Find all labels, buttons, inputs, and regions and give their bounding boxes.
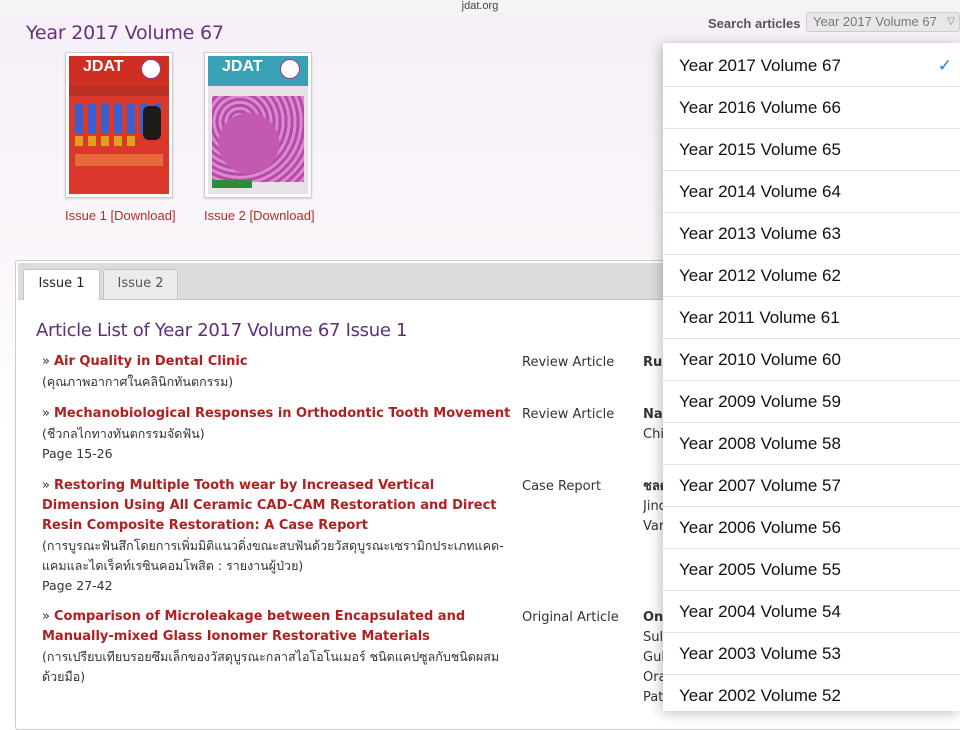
seal-icon [280,59,300,79]
article-authors: ชลด Jinc Var [643,479,663,534]
volume-select-value: Year 2017 Volume 67 [813,14,937,29]
article-item: » Comparison of Microleakage between Enca… [42,607,512,687]
article-pages: Page 15-26 [42,446,113,461]
tab-issue-2[interactable]: Issue 2 [103,269,178,299]
article-thai-title: (ชีวกลไกทางทันตกรรมจัดฟัน) [42,426,205,441]
dropdown-option[interactable]: Year 2009 Volume 59 [663,381,960,423]
checkmark-icon: ✓ [937,56,952,75]
dropdown-option[interactable]: Year 2017 Volume 67 ✓ [663,45,960,87]
article-title-link[interactable]: Comparison of Microleakage between Encap… [42,609,465,644]
article-type: Review Article [522,407,615,422]
address-domain: jdat.org [461,0,499,12]
cover-artwork [212,96,304,182]
article-list-title: Article List of Year 2017 Volume 67 Issu… [36,320,408,341]
article-authors: On Sul Gul Ora Pati [643,610,663,705]
tab-issue-1[interactable]: Issue 1 [23,269,100,300]
seal-icon [141,59,161,79]
article-item: » Air Quality in Dental Clinic (คุณภาพอาก… [42,352,512,392]
dropdown-option[interactable]: Year 2012 Volume 62 [663,255,960,297]
article-type: Case Report [522,479,602,494]
dropdown-option[interactable]: Year 2004 Volume 54 [663,591,960,633]
dropdown-option[interactable]: Year 2007 Volume 57 [663,465,960,507]
page-title: Year 2017 Volume 67 [26,22,224,44]
dropdown-option[interactable]: Year 2013 Volume 63 [663,213,960,255]
article-title-link[interactable]: Restoring Multiple Tooth wear by Increas… [42,478,497,533]
dropdown-option[interactable]: Year 2015 Volume 65 [663,129,960,171]
dropdown-option[interactable]: Year 2014 Volume 64 [663,171,960,213]
article-type: Review Article [522,355,615,370]
dropdown-option[interactable]: Year 2005 Volume 55 [663,549,960,591]
issue-1-download-link[interactable]: Issue 1 [Download] [65,208,176,223]
chevron-down-icon: ▽ [947,16,955,27]
article-thai-title: (การเปรียบเทียบรอยซึมเล็กของวัสดุบูรณะกล… [42,649,500,684]
dropdown-option[interactable]: Year 2016 Volume 66 [663,87,960,129]
article-type: Original Article [522,610,619,625]
search-articles-label: Search articles [708,16,801,31]
issue-2-cover[interactable]: JDAT [204,52,312,198]
dropdown-option[interactable]: Year 2002 Volume 52 [663,675,960,711]
article-thai-title: (คุณภาพอากาศในคลินิกทันตกรรม) [42,374,234,389]
tooth-icon [143,106,161,140]
article-title-link[interactable]: Air Quality in Dental Clinic [54,354,248,369]
volume-dropdown-menu[interactable]: Year 2017 Volume 67 ✓ Year 2016 Volume 6… [663,43,960,711]
article-thai-title: (การบูรณะฟันสึกโดยการเพิ่มมิติแนวดิ่งขณะ… [42,538,504,573]
volume-select[interactable]: Year 2017 Volume 67 ▽ [806,12,960,32]
dropdown-option[interactable]: Year 2010 Volume 60 [663,339,960,381]
dropdown-option[interactable]: Year 2006 Volume 56 [663,507,960,549]
issue-1-cover[interactable]: JDAT [65,52,173,198]
article-item: » Mechanobiological Responses in Orthodon… [42,404,512,464]
dropdown-option[interactable]: Year 2003 Volume 53 [663,633,960,675]
dropdown-option[interactable]: Year 2008 Volume 58 [663,423,960,465]
article-item: » Restoring Multiple Tooth wear by Increa… [42,476,512,596]
article-title-link[interactable]: Mechanobiological Responses in Orthodont… [54,406,510,421]
article-authors: Na Chi [643,407,663,442]
issue-2-download-link[interactable]: Issue 2 [Download] [204,208,315,223]
dropdown-option[interactable]: Year 2011 Volume 61 [663,297,960,339]
article-authors: Ru [643,355,663,370]
article-pages: Page 27-42 [42,578,113,593]
